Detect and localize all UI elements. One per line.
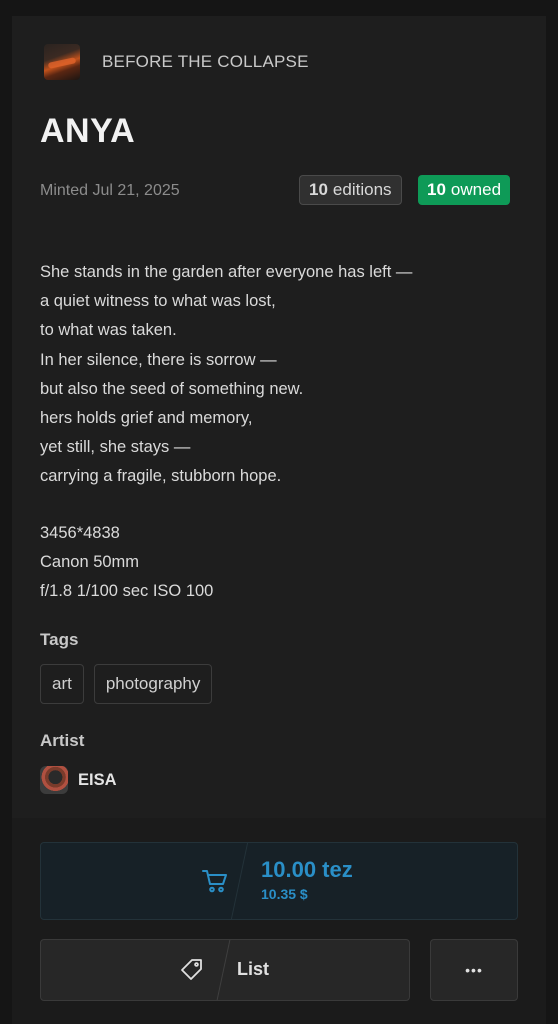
spec-resolution: 3456*4838 [40, 524, 120, 542]
spec-exposure: f/1.8 1/100 sec ISO 100 [40, 582, 214, 601]
artist-name: EISA [78, 770, 117, 789]
tag-art[interactable]: art [40, 664, 84, 704]
list-button[interactable]: List [40, 939, 410, 1001]
owned-label: owned [450, 180, 502, 199]
tag-photography[interactable]: photography [93, 664, 213, 704]
token-title: ANYA [40, 112, 136, 150]
price-tez: 10.00 tez [261, 857, 353, 882]
list-label: List [237, 959, 270, 979]
collection-thumbnail [44, 44, 80, 80]
artist-heading: Artist [40, 731, 85, 750]
tag-list: art photography [40, 664, 213, 704]
list-divider [216, 940, 231, 1000]
action-footer: 10.00 tez 10.35 $ List ••• [12, 818, 546, 1024]
editions-label: editions [332, 180, 392, 199]
buy-button[interactable]: 10.00 tez 10.35 $ [40, 842, 518, 920]
buy-divider [230, 843, 249, 919]
token-detail-panel: BEFORE THE COLLAPSE ANYA Minted Jul 21, … [12, 16, 546, 1024]
spec-lens: Canon 50mm [40, 553, 140, 572]
editions-count: 10 [309, 180, 328, 199]
price-tag-icon [181, 959, 202, 980]
more-icon: ••• [465, 962, 483, 978]
avatar [40, 766, 68, 794]
collection-name: BEFORE THE COLLAPSE [102, 52, 309, 71]
more-options-button[interactable]: ••• [430, 939, 518, 1001]
collection-link[interactable]: BEFORE THE COLLAPSE [44, 44, 309, 80]
price-usd: 10.35 $ [261, 886, 308, 902]
minted-date: Minted Jul 21, 2025 [40, 182, 180, 199]
camera-specs: 3456*4838 Canon 50mm f/1.8 1/100 sec ISO… [40, 519, 213, 607]
owned-badge: 10 owned [418, 175, 511, 205]
tags-heading: Tags [40, 630, 79, 649]
owned-count: 10 [427, 180, 446, 199]
token-description: She stands in the garden after everyone … [40, 263, 413, 486]
artist-link[interactable]: EISA [40, 766, 117, 794]
cart-icon [202, 870, 227, 893]
editions-badge: 10 editions [299, 175, 402, 205]
